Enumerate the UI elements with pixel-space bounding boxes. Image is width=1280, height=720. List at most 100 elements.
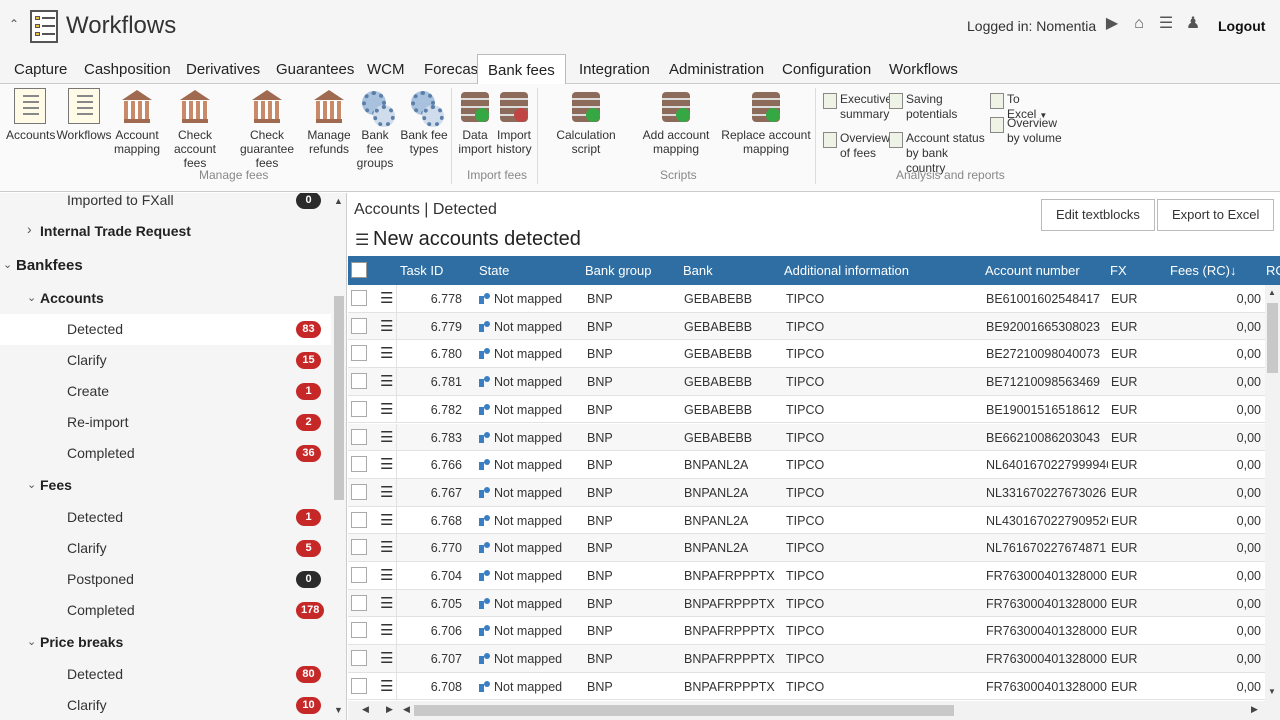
scroll-left-arrow-icon[interactable]: ◀ (403, 704, 410, 715)
grid-menu-icon[interactable]: ☰ (355, 230, 369, 250)
column-header-task-id[interactable]: Task ID (400, 263, 443, 278)
chevron-down-icon[interactable]: ⌄ (3, 258, 12, 271)
ribbon-import-history-button[interactable]: Import history (495, 88, 533, 156)
menu-derivatives[interactable]: Derivatives (186, 61, 260, 78)
column-header-additional-information[interactable]: Additional information (784, 263, 909, 278)
table-row[interactable]: ☰ 6.706 Not mapped BNP BNPAFRPPPTX TIPCO FR763… (348, 617, 1265, 646)
row-checkbox[interactable] (351, 622, 367, 639)
collapse-header-button[interactable]: ⌃ (9, 17, 19, 31)
scroll-down-arrow-icon[interactable]: ▼ (334, 705, 343, 715)
table-row[interactable]: ☰ 6.704 Not mapped BNP BNPAFRPPPTX TIPCO FR763… (348, 562, 1265, 590)
ribbon-calculation-script-button[interactable]: Calculation script (541, 88, 631, 156)
row-menu-icon[interactable]: ☰ (380, 455, 393, 473)
ribbon-manage-refunds-button[interactable]: Manage refunds (306, 88, 352, 156)
sidebar-item-clarify[interactable]: Clarify 10 (0, 690, 331, 720)
row-menu-icon[interactable]: ☰ (380, 649, 393, 667)
table-row[interactable]: ☰ 6.782 Not mapped BNP GEBABEBB TIPCO BE190015… (348, 395, 1265, 424)
column-header-bank-group[interactable]: Bank group (585, 263, 652, 278)
row-menu-icon[interactable]: ☰ (380, 677, 393, 695)
row-checkbox[interactable] (351, 290, 367, 306)
row-checkbox[interactable] (351, 400, 367, 417)
row-menu-icon[interactable]: ☰ (380, 428, 393, 446)
sidebar-item-completed[interactable]: Completed 178 (0, 595, 331, 626)
table-row[interactable]: ☰ 6.768 Not mapped BNP BNPANL2A TIPCO NL430167… (348, 506, 1265, 535)
ribbon-add-account-mapping-button[interactable]: Add account mapping (631, 88, 721, 156)
sidebar-item-imported-to-fxall[interactable]: Imported to FXall 0 (0, 193, 331, 216)
column-header-account-number[interactable]: Account number (985, 263, 1080, 278)
menu-guarantees[interactable]: Guarantees (276, 61, 354, 78)
menu-capture[interactable]: Capture (14, 61, 67, 78)
row-checkbox[interactable] (351, 345, 367, 362)
menu-workflows[interactable]: Workflows (889, 61, 958, 78)
menu-wcm[interactable]: WCM (367, 61, 405, 78)
row-checkbox[interactable] (351, 428, 367, 445)
sidebar-item-price-breaks[interactable]: ⌄ Price breaks (0, 627, 331, 658)
ribbon-replace-account-mapping-button[interactable]: Replace account mapping (721, 88, 811, 156)
row-menu-icon[interactable]: ☰ (380, 317, 393, 335)
sidebar-item-completed[interactable]: Completed 36 (0, 438, 331, 469)
ribbon-bank-fee-types-button[interactable]: Bank fee types (400, 88, 448, 156)
row-menu-icon[interactable]: ☰ (380, 594, 393, 612)
scroll-left-arrow-icon[interactable]: ◀ (362, 704, 369, 715)
row-menu-icon[interactable]: ☰ (380, 372, 393, 390)
table-row[interactable]: ☰ 6.766 Not mapped BNP BNPANL2A TIPCO NL640167… (348, 451, 1265, 479)
scroll-up-arrow-icon[interactable]: ▲ (334, 196, 343, 206)
row-checkbox[interactable] (351, 317, 367, 334)
grid-vertical-scrollbar[interactable]: ▲ ▼ (1265, 285, 1280, 701)
row-checkbox[interactable] (351, 373, 367, 390)
ribbon-executive-summary-button[interactable]: Executive summary (823, 92, 892, 122)
column-header-fx[interactable]: FX (1110, 263, 1127, 278)
row-checkbox[interactable] (351, 567, 367, 583)
chevron-down-icon[interactable]: ⌄ (27, 478, 36, 491)
sidebar-item-clarify[interactable]: Clarify 5 (0, 533, 331, 564)
table-row[interactable]: ☰ 6.767 Not mapped BNP BNPANL2A TIPCO NL331670… (348, 478, 1265, 507)
ribbon-check-account-fees-button[interactable]: Check account fees (164, 88, 226, 170)
row-checkbox[interactable] (351, 483, 367, 500)
row-menu-icon[interactable]: ☰ (380, 511, 393, 529)
sidebar-item-clarify[interactable]: Clarify 15 (0, 345, 331, 376)
row-menu-icon[interactable]: ☰ (380, 344, 393, 362)
column-header-rc[interactable]: RC (1266, 263, 1280, 278)
chevron-right-icon[interactable]: › (27, 221, 32, 237)
table-row[interactable]: ☰ 6.770 Not mapped BNP BNPANL2A TIPCO NL761670… (348, 534, 1265, 562)
sidebar-item-re-import[interactable]: Re-import 2 (0, 407, 331, 438)
ribbon-overview-of-fees-button[interactable]: Overview of fees (823, 131, 890, 161)
sidebar-item-create[interactable]: Create 1 (0, 376, 331, 407)
column-header-fees-rc[interactable]: Fees (RC)↓ (1170, 263, 1236, 278)
sidebar-item-accounts[interactable]: ⌄ Accounts (0, 283, 331, 314)
menu-cashposition[interactable]: Cashposition (84, 61, 171, 78)
ribbon-workflows-button[interactable]: Workflows (56, 88, 112, 142)
scroll-up-arrow-icon[interactable]: ▲ (1268, 288, 1276, 297)
row-checkbox[interactable] (351, 677, 367, 694)
row-menu-icon[interactable]: ☰ (380, 621, 393, 639)
ribbon-account-mapping-button[interactable]: Account mapping (112, 88, 162, 156)
table-row[interactable]: ☰ 6.707 Not mapped BNP BNPAFRPPPTX TIPCO FR763… (348, 645, 1265, 673)
ribbon-data-import-button[interactable]: Data import (455, 88, 495, 156)
table-row[interactable]: ☰ 6.783 Not mapped BNP GEBABEBB TIPCO BE662100… (348, 423, 1265, 452)
user-icon[interactable]: ♟ (1184, 15, 1202, 33)
table-row[interactable]: ☰ 6.780 Not mapped BNP GEBABEBB TIPCO BE272100… (348, 340, 1265, 369)
table-row[interactable]: ☰ 6.708 Not mapped BNP BNPAFRPPPTX TIPCO FR763… (348, 672, 1265, 701)
sidebar-item-fees[interactable]: ⌄ Fees (0, 470, 331, 501)
row-menu-icon[interactable]: ☰ (380, 289, 393, 307)
export-to-excel-button[interactable]: Export to Excel (1157, 199, 1275, 231)
table-row[interactable]: ☰ 6.778 Not mapped BNP GEBABEBB TIPCO BE610016… (348, 285, 1265, 313)
row-menu-icon[interactable]: ☰ (380, 400, 393, 418)
ribbon-bank-fee-groups-button[interactable]: Bank fee groups (352, 88, 398, 170)
row-checkbox[interactable] (351, 456, 367, 473)
row-checkbox[interactable] (351, 650, 367, 667)
logout-button[interactable]: Logout (1218, 18, 1265, 34)
scroll-right-arrow-icon[interactable]: ▶ (386, 704, 393, 715)
row-menu-icon[interactable]: ☰ (380, 566, 393, 584)
menu-forecast[interactable]: Forecast (424, 61, 482, 78)
row-menu-icon[interactable]: ☰ (380, 538, 393, 556)
column-header-state[interactable]: State (479, 263, 509, 278)
sidebar-item-bankfees[interactable]: ⌄ Bankfees (0, 250, 331, 281)
sidebar-item-detected[interactable]: Detected 83 (0, 314, 331, 345)
menu-icon[interactable]: ☰ (1157, 15, 1175, 33)
column-header-bank[interactable]: Bank (683, 263, 713, 278)
ribbon-overview-by-volume-button[interactable]: Overview by volume (990, 116, 1062, 146)
edit-textblocks-button[interactable]: Edit textblocks (1041, 199, 1155, 231)
sidebar-item-postponed[interactable]: Postponed 0 (0, 564, 331, 595)
sidebar-item-detected[interactable]: Detected 80 (0, 659, 331, 690)
